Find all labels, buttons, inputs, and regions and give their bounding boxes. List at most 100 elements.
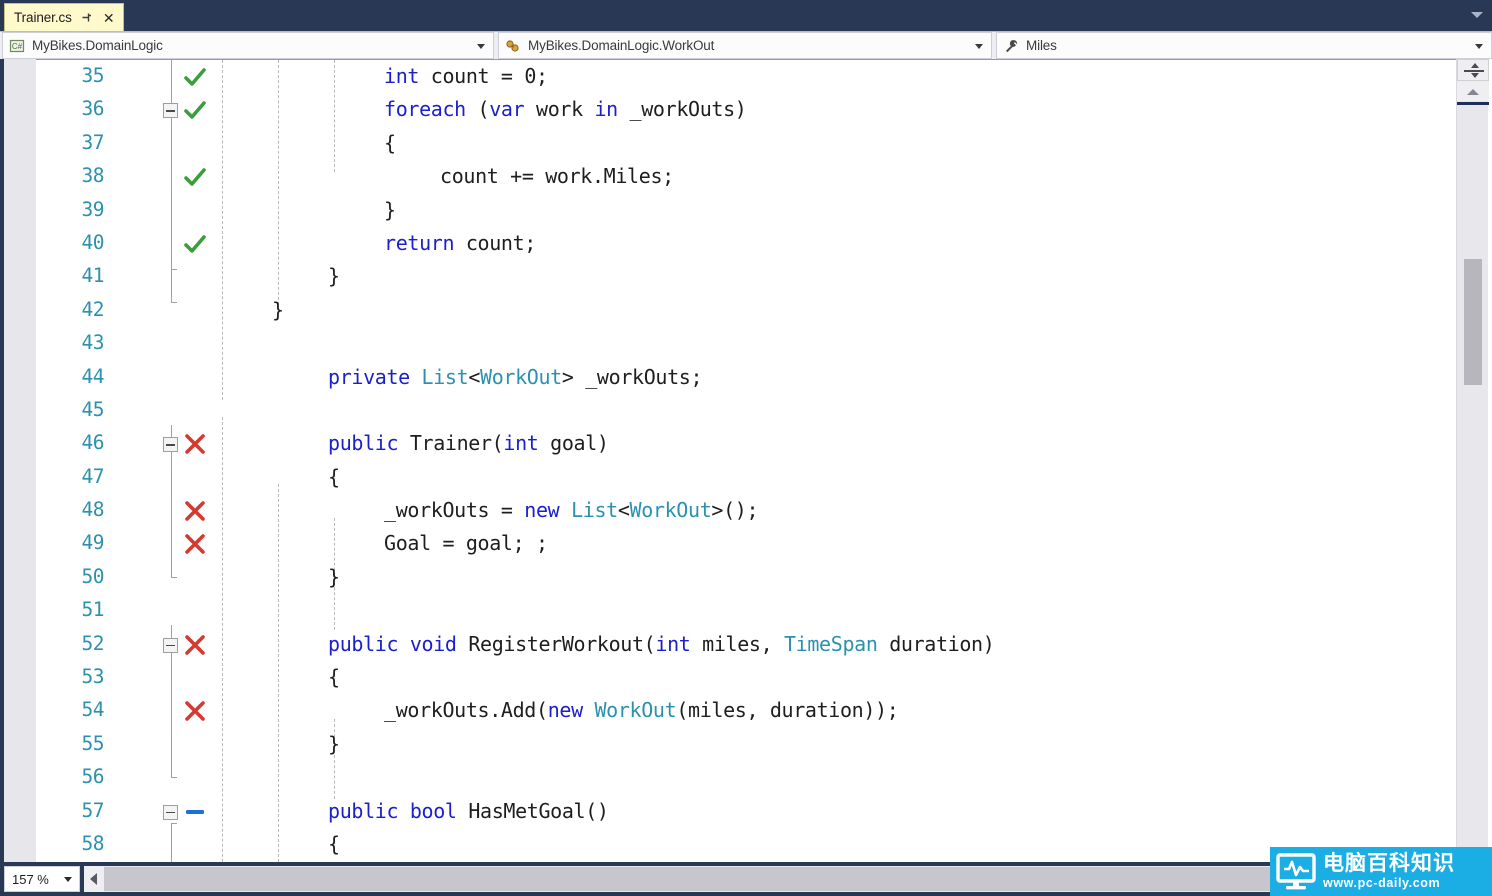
code-token: count = [419,64,525,88]
code-text[interactable]: _workOuts = new List<WorkOut>(); [384,497,759,524]
code-token: duration) [877,631,995,656]
line-number: 58 [81,831,105,855]
code-text[interactable]: public Trainer(int goal) [328,430,609,457]
code-line[interactable]: 41} [0,260,1456,293]
code-line[interactable]: 46 public Trainer(int goal) [0,427,1456,460]
coverage-partial-dash-icon [183,801,207,823]
code-token: { [328,464,340,489]
code-text[interactable]: foreach (var work in _workOuts) [384,96,747,123]
visual-studio-editor-window: Trainer.cs ✕ C# MyBikes.DomainLogic MyBi… [0,0,1492,896]
navbar-type-value: MyBikes.DomainLogic.WorkOut [528,38,715,53]
code-line[interactable]: 48 _workOuts = new List<WorkOut>(); [0,494,1456,527]
code-token: WorkOut [480,364,562,389]
code-navigation-bar: C# MyBikes.DomainLogic MyBikes.DomainLog… [0,31,1492,59]
clipped-code-line-59 [0,860,1456,862]
line-number: 35 [81,64,105,87]
coverage-not-covered-cross-icon [183,433,207,455]
pin-icon[interactable] [80,10,94,25]
code-text[interactable]: { [328,664,340,691]
code-line[interactable]: 54 _workOuts.Add(new WorkOut(miles, durat… [0,694,1456,727]
watermark-overlay: 电脑百科知识 www.pc-daily.com [1270,847,1492,896]
collapse-region-icon[interactable] [163,437,178,453]
code-text[interactable]: } [328,731,340,758]
document-tab-trainer-cs[interactable]: Trainer.cs ✕ [4,3,124,31]
code-line[interactable]: 45 [0,394,1456,427]
code-token: >(); [711,498,759,523]
zoom-level-dropdown[interactable]: 157 % [4,866,80,892]
code-line[interactable]: 36 foreach (var work in _workOuts) [0,93,1456,126]
code-token: new [547,698,583,723]
line-number: 37 [81,130,105,154]
code-text[interactable]: return count; [384,230,536,257]
editor-bottom-bar: 157 % [0,862,1492,896]
code-line[interactable]: 40 return count; [0,227,1456,260]
code-line[interactable]: 53 { [0,661,1456,694]
chevron-down-icon[interactable] [477,44,485,49]
code-text[interactable]: } [384,197,396,224]
code-line[interactable]: 47 { [0,461,1456,494]
code-text[interactable]: int count = 0; [384,63,548,90]
code-line[interactable]: 35 int count = 0; [0,60,1456,93]
code-text[interactable]: _workOuts.Add(new WorkOut(miles, duratio… [384,697,899,724]
vertical-scroll-thumb[interactable] [1464,259,1482,385]
scrollbar-position-marker [1457,102,1489,105]
code-text[interactable]: { [384,130,396,157]
split-view-icon[interactable] [1457,59,1489,81]
code-line[interactable]: 52 public void RegisterWorkout(int miles,… [0,628,1456,661]
line-number: 36 [81,97,105,121]
collapse-region-icon[interactable] [163,637,178,653]
close-icon[interactable]: ✕ [102,10,116,25]
monitor-pulse-icon [1276,852,1318,891]
code-line[interactable]: 44 private List<WorkOut> _workOuts; [0,361,1456,394]
code-line[interactable]: 38 count += work.Miles; [0,160,1456,193]
code-line[interactable]: 58 { [0,828,1456,861]
code-token: List [421,364,469,389]
code-text[interactable]: private List<WorkOut> _workOuts; [328,364,703,391]
code-text[interactable]: } [272,297,284,324]
code-token: private [328,364,410,389]
navbar-member-dropdown[interactable]: Miles [996,32,1492,59]
coverage-covered-check-icon [183,233,207,255]
code-text[interactable]: public bool HasMetGoal() [328,798,609,825]
code-token: public [328,431,399,456]
code-text[interactable]: } [328,263,340,290]
line-number: 53 [81,665,105,689]
chevron-down-icon[interactable] [1471,12,1483,18]
code-text[interactable]: count += work.Miles; [440,163,674,190]
chevron-down-icon[interactable] [64,877,72,882]
chevron-up-icon[interactable] [1457,81,1489,101]
code-line-container[interactable]: 35 int count = 0; 36 foreach (var work in _… [0,60,1456,861]
horizontal-scrollbar[interactable] [84,866,1456,892]
code-line[interactable]: 49 Goal = goal; ; [0,527,1456,560]
code-text[interactable]: Goal = goal; ; [384,530,548,557]
code-line[interactable]: 43 [0,327,1456,360]
collapse-region-icon[interactable] [163,103,178,119]
code-text[interactable]: { [328,831,340,858]
code-token: count += work.Miles; [440,164,674,189]
chevron-down-icon[interactable] [975,44,983,49]
code-token: { [328,665,340,690]
collapse-region-icon[interactable] [163,804,178,820]
code-line[interactable]: 51 [0,594,1456,627]
horizontal-scroll-thumb[interactable] [104,867,1444,891]
code-line[interactable]: 56 [0,761,1456,794]
code-line[interactable]: 42} [0,294,1456,327]
navbar-project-dropdown[interactable]: C# MyBikes.DomainLogic [2,32,494,59]
code-line[interactable]: 39} [0,194,1456,227]
code-line[interactable]: 50} [0,561,1456,594]
code-editor-surface[interactable]: 35 int count = 0; 36 foreach (var work in _… [0,59,1492,862]
code-token: public [328,798,399,823]
code-line[interactable]: 55} [0,728,1456,761]
vertical-scrollbar[interactable] [1456,59,1489,862]
code-text[interactable]: public void RegisterWorkout(int miles, T… [328,631,995,658]
navbar-type-dropdown[interactable]: MyBikes.DomainLogic.WorkOut [498,32,992,59]
code-line[interactable]: 57 public bool HasMetGoal() [0,795,1456,828]
chevron-left-icon[interactable] [84,866,104,892]
code-text[interactable]: } [328,564,340,591]
coverage-not-covered-cross-icon [183,533,207,555]
code-line[interactable]: 37 { [0,127,1456,160]
chevron-down-icon[interactable] [1475,44,1483,49]
code-text[interactable]: { [328,464,340,491]
